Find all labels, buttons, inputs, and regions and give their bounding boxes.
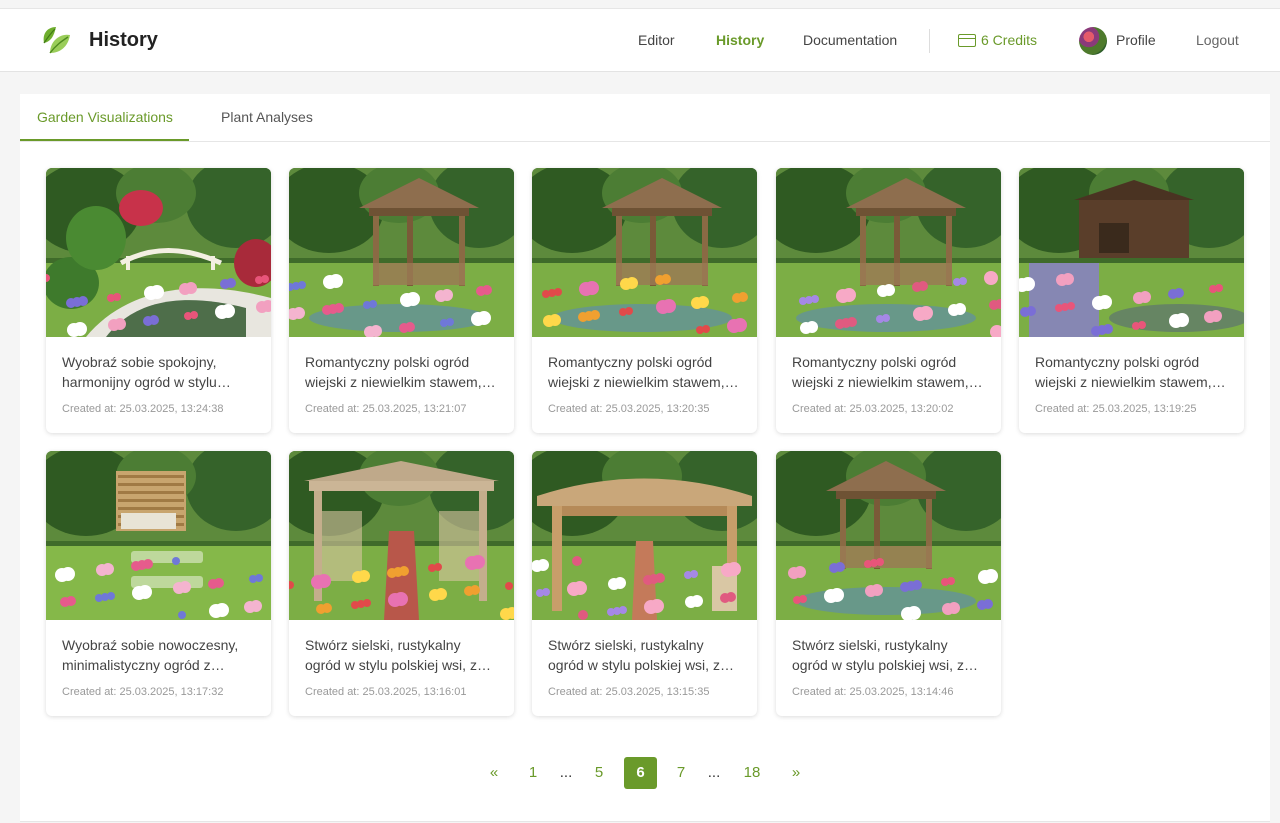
card-created-at: Created at: 25.03.2025, 13:16:01	[305, 686, 467, 698]
visualization-card[interactable]: Romantyczny polski ogród wiejski z niewi…	[532, 168, 757, 433]
nav-divider	[929, 29, 930, 53]
page-6-current[interactable]: 6	[624, 757, 657, 789]
card-created-at: Created at: 25.03.2025, 13:20:02	[792, 403, 954, 415]
tab-plant-analyses[interactable]: Plant Analyses	[221, 109, 313, 125]
page-prev[interactable]: «	[486, 757, 502, 789]
garden-thumbnail[interactable]	[1019, 168, 1244, 337]
page-ellipsis: ...	[559, 764, 573, 781]
visualization-card[interactable]: Stwórz sielski, rustykalny ogród w stylu…	[289, 451, 514, 716]
card-created-at: Created at: 25.03.2025, 13:14:46	[792, 686, 954, 698]
garden-thumbnail[interactable]	[776, 451, 1001, 620]
top-strip	[0, 0, 1280, 8]
credit-card-icon	[958, 33, 976, 47]
avatar[interactable]	[1079, 27, 1107, 55]
card-prompt-text: Wyobraź sobie spokojny, harmonijny ogród…	[62, 354, 217, 390]
card-prompt-text: Romantyczny polski ogród wiejski z niewi…	[1035, 354, 1212, 390]
card-prompt-text: Wyobraź sobie nowoczesny, minimalistyczn…	[62, 637, 239, 673]
visualization-card[interactable]: Romantyczny polski ogród wiejski z niewi…	[776, 168, 1001, 433]
card-prompt-text: Romantyczny polski ogród wiejski z niewi…	[548, 354, 725, 390]
tab-garden-visualizations[interactable]: Garden Visualizations	[37, 109, 173, 125]
card-created-at: Created at: 25.03.2025, 13:21:07	[305, 403, 467, 415]
card-created-at: Created at: 25.03.2025, 13:24:38	[62, 403, 224, 415]
garden-thumbnail[interactable]	[46, 168, 271, 337]
visualization-card[interactable]: Romantyczny polski ogród wiejski z niewi…	[289, 168, 514, 433]
nav-history[interactable]: History	[716, 32, 764, 48]
credits-link[interactable]: 6 Credits	[958, 32, 1037, 48]
active-tab-indicator	[20, 139, 189, 141]
visualization-card[interactable]: Stwórz sielski, rustykalny ogród w stylu…	[776, 451, 1001, 716]
leaf-logo-icon[interactable]	[38, 23, 72, 57]
visualization-card[interactable]: Stwórz sielski, rustykalny ogród w stylu…	[532, 451, 757, 716]
credits-label: 6 Credits	[981, 32, 1038, 48]
page-1[interactable]: 1	[525, 757, 541, 789]
garden-thumbnail[interactable]	[776, 168, 1001, 337]
page-next[interactable]: »	[788, 757, 804, 789]
card-prompt-text: Stwórz sielski, rustykalny ogród w stylu…	[792, 637, 964, 673]
card-created-at: Created at: 25.03.2025, 13:15:35	[548, 686, 710, 698]
garden-thumbnail[interactable]	[289, 168, 514, 337]
card-prompt-text: Stwórz sielski, rustykalny ogród w stylu…	[548, 637, 720, 673]
card-prompt-text: Romantyczny polski ogród wiejski z niewi…	[305, 354, 482, 390]
card-prompt-text: Romantyczny polski ogród wiejski z niewi…	[792, 354, 969, 390]
card-created-at: Created at: 25.03.2025, 13:19:25	[1035, 403, 1197, 415]
tab-bar: Garden Visualizations Plant Analyses	[20, 94, 1270, 142]
nav-documentation[interactable]: Documentation	[803, 32, 897, 48]
page-ellipsis: ...	[707, 764, 721, 781]
app-header: History Editor History Documentation 6 C…	[0, 8, 1280, 72]
nav-editor[interactable]: Editor	[638, 32, 675, 48]
garden-thumbnail[interactable]	[46, 451, 271, 620]
page-5[interactable]: 5	[591, 757, 607, 789]
garden-thumbnail[interactable]	[532, 168, 757, 337]
visualization-card[interactable]: Wyobraź sobie nowoczesny, minimalistyczn…	[46, 451, 271, 716]
page-18[interactable]: 18	[740, 757, 764, 789]
card-created-at: Created at: 25.03.2025, 13:20:35	[548, 403, 710, 415]
nav-logout[interactable]: Logout	[1196, 32, 1239, 48]
visualization-card[interactable]: Romantyczny polski ogród wiejski z niewi…	[1019, 168, 1244, 433]
card-prompt-text: Stwórz sielski, rustykalny ogród w stylu…	[305, 637, 477, 673]
pagination: « 1 ... 5 6 7 ... 18 »	[0, 757, 1280, 789]
garden-thumbnail[interactable]	[289, 451, 514, 620]
page-7[interactable]: 7	[673, 757, 689, 789]
card-created-at: Created at: 25.03.2025, 13:17:32	[62, 686, 224, 698]
visualization-card[interactable]: Wyobraź sobie spokojny, harmonijny ogród…	[46, 168, 271, 433]
page-title: History	[89, 29, 158, 51]
garden-thumbnail[interactable]	[532, 451, 757, 620]
nav-profile[interactable]: Profile	[1116, 32, 1156, 48]
